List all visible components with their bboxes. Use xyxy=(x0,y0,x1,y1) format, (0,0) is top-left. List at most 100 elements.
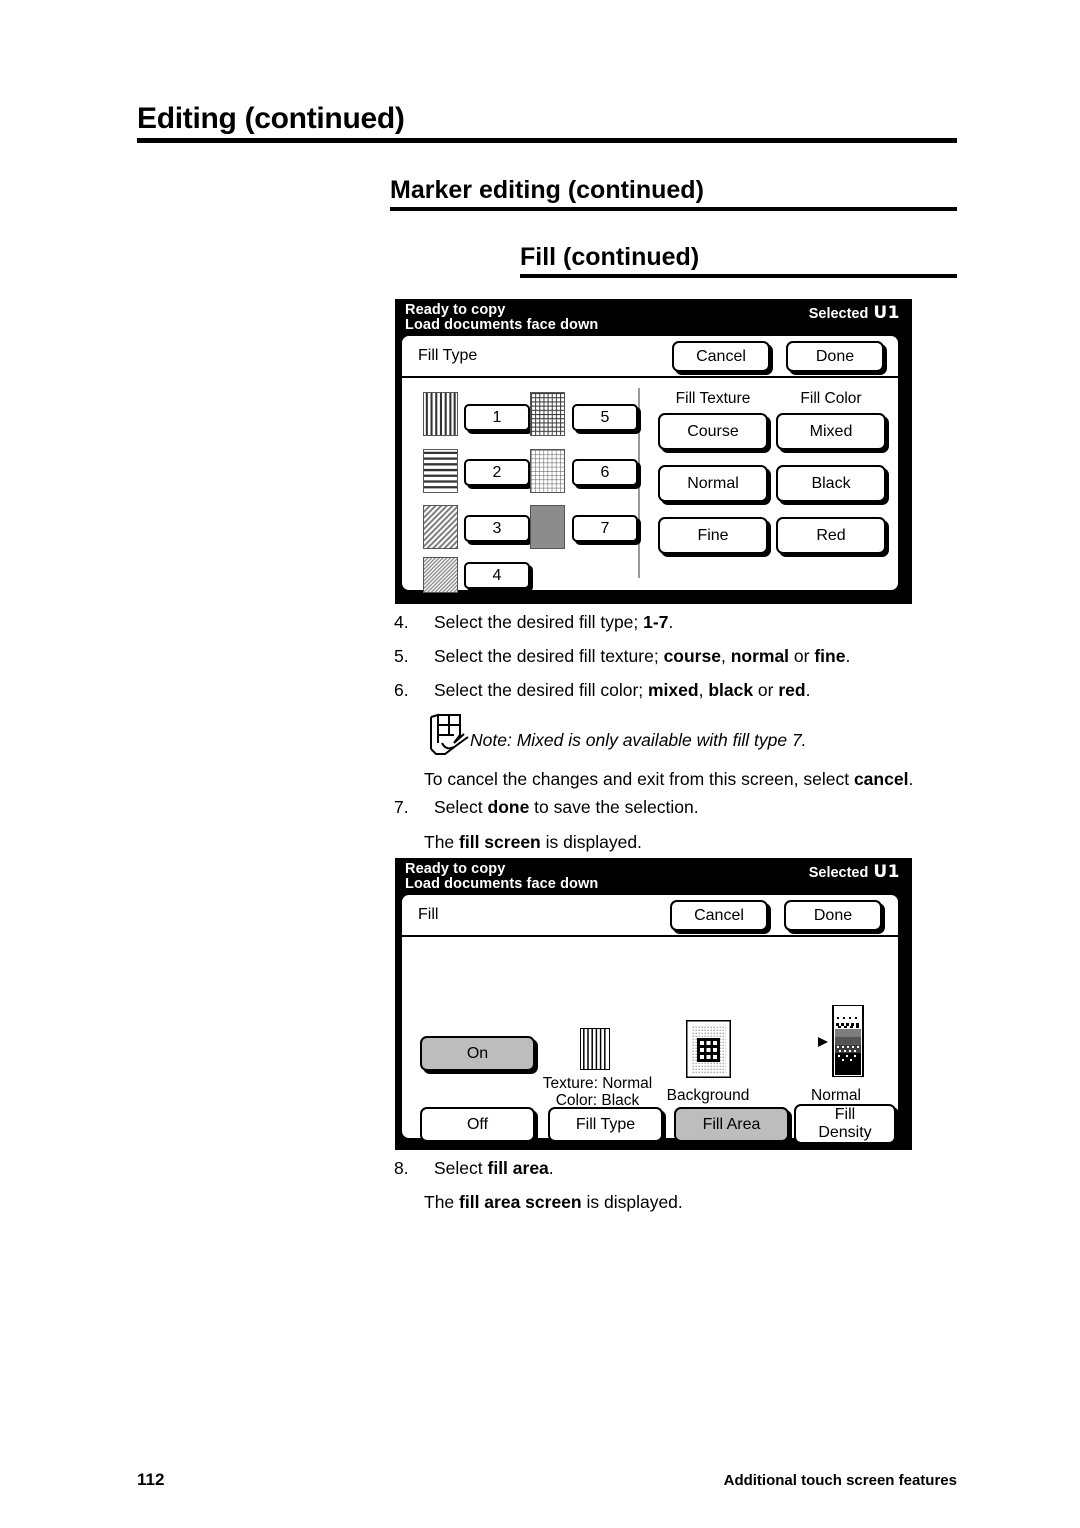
fill-type-6-label: 6 xyxy=(600,463,610,481)
done-button-2-label: Done xyxy=(813,906,853,924)
cancel-button[interactable]: Cancel xyxy=(672,341,770,372)
page-title-section: Editing (continued) xyxy=(137,104,957,143)
fill-density-gradient-icon xyxy=(818,1005,864,1077)
fill-area-button[interactable]: Fill Area xyxy=(674,1107,789,1142)
fill-off-label: Off xyxy=(466,1115,489,1133)
fill-type-1-label: 1 xyxy=(492,408,502,426)
fill-screen-displayed-text: The fill screen is displayed. xyxy=(424,832,642,852)
fill-color-header: Fill Color xyxy=(800,390,862,407)
fill-type-button[interactable]: Fill Type xyxy=(548,1107,663,1142)
cancel-button-2[interactable]: Cancel xyxy=(670,900,768,931)
fill-type-3-label: 3 xyxy=(492,519,502,537)
fill-type-preview-icon xyxy=(580,1028,610,1070)
selected-indicator: Selected U1 xyxy=(809,303,900,323)
footer-section-title: Additional touch screen features xyxy=(723,1472,957,1489)
instruction-step-4-number: 4. xyxy=(394,612,409,632)
subsection-rule xyxy=(520,274,957,278)
page-number: 112 xyxy=(137,1470,165,1489)
done-button[interactable]: Done xyxy=(786,341,884,372)
status-line-2: Load documents face down xyxy=(405,317,599,333)
status-line-1: Ready to copy xyxy=(405,861,506,877)
fill-type-7-label: 7 xyxy=(600,519,610,537)
note-text: Note: Mixed is only available with fill … xyxy=(470,730,807,750)
fill-pattern-6-swatch xyxy=(530,449,565,493)
texture-fine-button[interactable]: Fine xyxy=(658,517,768,554)
cancel-button-label: Cancel xyxy=(696,347,746,365)
instruction-step-8-number: 8. xyxy=(394,1158,409,1178)
color-mixed-button[interactable]: Mixed xyxy=(776,413,886,450)
fill-on-button[interactable]: On xyxy=(420,1036,535,1071)
fill-type-3-button[interactable]: 3 xyxy=(464,515,530,542)
background-area-icon xyxy=(686,1020,731,1078)
selected-label: Selected xyxy=(808,865,869,881)
tab-segment xyxy=(402,598,494,601)
texture-fine-label: Fine xyxy=(697,526,729,544)
status-bar-2: Ready to copy Load documents face down S… xyxy=(395,858,912,892)
subsection-heading: Fill (continued) xyxy=(520,243,700,271)
texture-normal-button[interactable]: Normal xyxy=(658,465,768,502)
tab-segment xyxy=(740,598,788,601)
texture-course-label: Course xyxy=(687,422,739,440)
fill-pattern-3-swatch xyxy=(423,505,458,549)
panel-title: Fill Type xyxy=(418,347,478,364)
panel-title-2: Fill xyxy=(418,906,439,923)
note-hand-icon xyxy=(430,713,469,755)
fill-pattern-7-swatch xyxy=(530,505,565,549)
section-rule xyxy=(390,207,957,211)
fill-panel: Fill Cancel Done On Texture: Normal Colo… xyxy=(400,893,900,1144)
texture-course-button[interactable]: Course xyxy=(658,413,768,450)
done-button-2[interactable]: Done xyxy=(784,900,882,931)
selected-value: U1 xyxy=(873,303,900,323)
document-page: Editing (continued) Marker editing (cont… xyxy=(0,0,1080,1528)
tab-notch xyxy=(678,595,681,604)
cancel-button-2-label: Cancel xyxy=(694,906,744,924)
fill-type-touch-screen: Ready to copy Load documents face down S… xyxy=(395,299,912,604)
tab-segment xyxy=(682,598,734,601)
fill-type-7-button[interactable]: 7 xyxy=(572,515,638,542)
color-black-label: Black xyxy=(811,474,851,492)
title-rule xyxy=(137,138,957,143)
fill-texture-header: Fill Texture xyxy=(675,390,751,407)
panel-divider xyxy=(638,388,640,578)
texture-normal-label: Normal xyxy=(687,474,739,492)
tab-segment xyxy=(500,598,552,601)
status-line-1: Ready to copy xyxy=(405,302,506,318)
background-label: Background xyxy=(666,1087,750,1104)
fill-type-4-label: 4 xyxy=(492,566,502,584)
color-red-button[interactable]: Red xyxy=(776,517,886,554)
fill-type-2-button[interactable]: 2 xyxy=(464,459,530,486)
instruction-step-6-text: Select the desired fill color; mixed, bl… xyxy=(434,680,811,700)
cancel-instruction-text: To cancel the changes and exit from this… xyxy=(424,769,914,789)
fill-density-value: Normal xyxy=(811,1087,861,1104)
fill-type-4-button[interactable]: 4 xyxy=(464,562,530,589)
fill-pattern-1-swatch xyxy=(423,392,458,436)
fill-texture-value: Texture: Normal xyxy=(542,1075,653,1092)
instruction-step-7-text: Select done to save the selection. xyxy=(434,797,699,817)
fill-type-5-button[interactable]: 5 xyxy=(572,404,638,431)
fill-density-button[interactable]: Fill Density xyxy=(794,1104,896,1144)
subsection-heading-section: Fill (continued) xyxy=(520,245,957,278)
tab-segment xyxy=(794,598,908,601)
tab-notch xyxy=(736,595,739,604)
fill-type-1-button[interactable]: 1 xyxy=(464,404,530,431)
instruction-step-7-number: 7. xyxy=(394,797,409,817)
done-button-label: Done xyxy=(815,347,855,365)
fill-type-6-button[interactable]: 6 xyxy=(572,459,638,486)
fill-density-label-line2: Density xyxy=(818,1124,872,1141)
instruction-step-4-text: Select the desired fill type; 1-7. xyxy=(434,612,674,632)
status-line-2: Load documents face down xyxy=(405,876,599,892)
fill-density-label-line1: Fill xyxy=(834,1106,856,1124)
color-black-button[interactable]: Black xyxy=(776,465,886,502)
color-red-label: Red xyxy=(816,526,846,544)
fill-off-button[interactable]: Off xyxy=(420,1107,535,1142)
selected-indicator: Selected U1 xyxy=(809,862,900,882)
section-heading: Marker editing (continued) xyxy=(390,176,704,204)
instruction-step-6-number: 6. xyxy=(394,680,409,700)
selected-label: Selected xyxy=(808,306,869,322)
tab-notch xyxy=(554,595,557,604)
instruction-step-5-number: 5. xyxy=(394,646,409,666)
fill-type-button-label: Fill Type xyxy=(575,1115,636,1133)
fill-touch-screen: Ready to copy Load documents face down S… xyxy=(395,858,912,1150)
fill-pattern-5-swatch xyxy=(530,392,565,436)
fill-type-2-label: 2 xyxy=(492,463,502,481)
